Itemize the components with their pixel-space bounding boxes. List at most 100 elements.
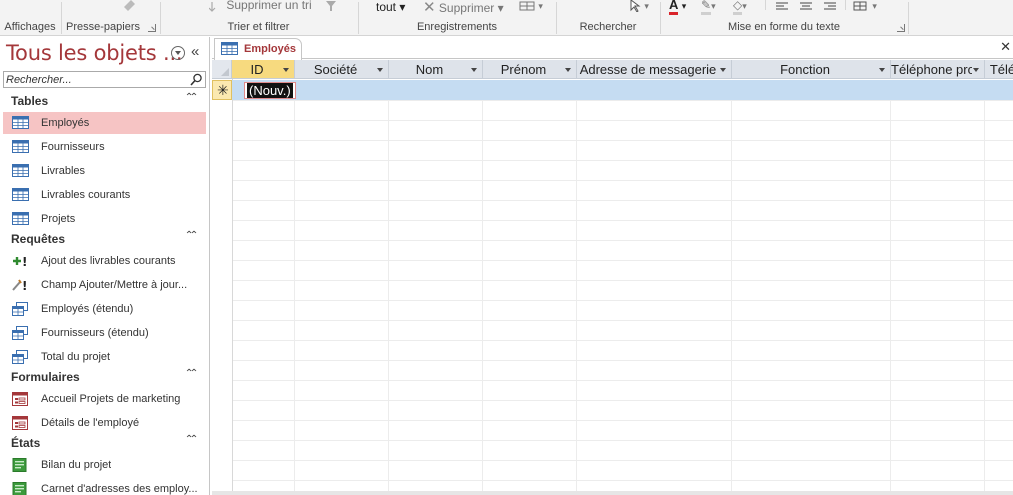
remove-sort-button[interactable]: Supprimer un tri [208, 0, 312, 12]
nav-pane-menu-icon[interactable] [171, 46, 185, 60]
table-icon [12, 164, 30, 178]
ribbon-group-label: Enregistrements [416, 21, 498, 33]
text-formatting-launcher-icon[interactable] [897, 24, 905, 32]
column-header[interactable]: Adresse de messagerie [577, 60, 732, 79]
chevron-down-icon[interactable] [283, 68, 289, 72]
close-icon[interactable]: ✕ [1000, 39, 1011, 55]
collapse-pane-icon[interactable]: « [191, 43, 199, 60]
ribbon-group-find: ▾ Rechercher [557, 0, 659, 35]
new-record-row[interactable] [232, 80, 1013, 100]
chevron-up-icon[interactable]: ⌃⌃ [185, 435, 199, 445]
column-header[interactable]: Télé [985, 60, 1013, 79]
chevron-down-icon[interactable] [377, 68, 383, 72]
filter-icon[interactable] [325, 0, 337, 12]
nav-item[interactable]: Total du projet [3, 346, 206, 368]
ribbon-group-records: tout ▾ ✕ Supprimer ▾ ▾ Enregistrements [359, 0, 555, 35]
select-all-corner[interactable] [212, 60, 232, 79]
column-header[interactable]: Prénom [483, 60, 577, 79]
nav-item-label: Employés [41, 117, 90, 129]
select-query-icon [12, 326, 30, 340]
clipboard-launcher-icon[interactable] [148, 24, 156, 32]
nav-search-input[interactable] [4, 72, 184, 87]
column-header[interactable]: Fonction [732, 60, 891, 79]
nav-item[interactable]: ! Ajout des livrables courants [3, 250, 206, 272]
new-record-selector[interactable]: ✳ [212, 80, 232, 100]
chevron-down-icon[interactable] [973, 68, 979, 72]
ribbon-group-views: Affichages [0, 0, 60, 35]
more-records-icon[interactable]: ▾ [519, 0, 543, 12]
nav-section-header[interactable]: États ⌃⌃ [0, 435, 209, 453]
select-cursor-icon[interactable]: ▾ [629, 0, 649, 13]
nav-item[interactable]: Employés [3, 112, 206, 134]
nav-item[interactable]: Fournisseurs [3, 136, 206, 158]
nav-item-label: Champ Ajouter/Mettre à jour... [41, 279, 188, 291]
highlight-icon[interactable]: ✎▾ [701, 0, 716, 15]
datasheet-grid[interactable]: ID Société Nom Prénom Adresse de messagerie F… [212, 60, 1013, 495]
column-header[interactable]: ID [232, 60, 295, 79]
column-header-label: Télé [989, 62, 1013, 77]
nav-item[interactable]: Projets [3, 208, 206, 230]
nav-item[interactable]: Accueil Projets de marketing [3, 388, 206, 410]
format-painter-icon[interactable] [122, 0, 138, 11]
nav-item-label: Employés (étendu) [41, 303, 134, 315]
new-record-id-cell[interactable]: (Nouv.) [244, 82, 296, 99]
nav-item-label: Projets [41, 213, 76, 225]
form-icon [12, 392, 30, 406]
font-color-icon[interactable]: A ▾ [669, 0, 686, 15]
column-header[interactable]: Société [295, 60, 389, 79]
table-icon [12, 116, 30, 130]
nav-item[interactable]: Fournisseurs (étendu) [3, 322, 206, 344]
search-icon[interactable] [190, 73, 203, 89]
nav-item-label: Accueil Projets de marketing [41, 393, 181, 405]
svg-text:!: ! [22, 279, 27, 292]
report-icon [12, 482, 30, 495]
chevron-up-icon[interactable]: ⌃⌃ [185, 369, 199, 379]
nav-item[interactable]: Détails de l'employé [3, 412, 206, 434]
column-header[interactable]: Nom [389, 60, 483, 79]
table-icon [221, 42, 238, 58]
nav-section-header[interactable]: Formulaires ⌃⌃ [0, 369, 209, 387]
nav-item[interactable]: Carnet d'adresses des employ... [3, 478, 206, 495]
nav-item[interactable]: Employés (étendu) [3, 298, 206, 320]
chevron-down-icon[interactable] [720, 68, 726, 72]
append-query-icon: ! [12, 254, 30, 269]
chevron-down-icon[interactable] [879, 68, 885, 72]
select-query-icon [12, 302, 30, 316]
nav-item[interactable]: ! Champ Ajouter/Mettre à jour... [3, 274, 206, 296]
nav-item[interactable]: Livrables courants [3, 184, 206, 206]
nav-pane-title[interactable]: Tous les objets ... [6, 41, 183, 65]
gridlines-icon[interactable]: ▾ [853, 0, 877, 12]
column-header[interactable]: Téléphone professionnel [891, 60, 985, 79]
ribbon-group-clipboard: Presse-papiers [62, 0, 158, 35]
align-right-icon[interactable] [823, 0, 837, 12]
nav-item[interactable]: Livrables [3, 160, 206, 182]
delete-button[interactable]: ✕ Supprimer ▾ [423, 0, 504, 16]
document-tab-employes[interactable]: Employés [214, 38, 302, 60]
column-header-label: Fonction [780, 62, 830, 77]
horizontal-scrollbar[interactable] [212, 491, 1013, 495]
ribbon: Affichages Presse-papiers Supprimer un t… [0, 0, 1013, 36]
ribbon-group-label: Presse-papiers [66, 21, 140, 33]
refresh-all-button[interactable]: tout ▾ [376, 0, 405, 14]
chevron-down-icon[interactable] [471, 68, 477, 72]
new-record-marker-icon: ✳ [217, 82, 229, 98]
nav-item-label: Ajout des livrables courants [41, 255, 176, 267]
nav-search-box [3, 71, 206, 88]
chevron-up-icon[interactable]: ⌃⌃ [185, 93, 199, 103]
fill-color-icon[interactable]: ◇▾ [733, 0, 747, 15]
nav-item-label: Bilan du projet [41, 459, 112, 471]
nav-item-label: Carnet d'adresses des employ... [41, 483, 198, 495]
align-center-icon[interactable] [799, 0, 813, 12]
table-icon [12, 188, 30, 202]
table-icon [12, 212, 30, 226]
document-area: Employés ✕ ID Société Nom Prénom Adresse de … [212, 37, 1013, 495]
chevron-up-icon[interactable]: ⌃⌃ [185, 231, 199, 241]
refresh-all-label: tout [376, 0, 397, 14]
nav-section-header[interactable]: Requêtes ⌃⌃ [0, 231, 209, 249]
ribbon-group-label: Trier et filtrer [227, 21, 290, 33]
ribbon-group-label: Mise en forme du texte [728, 21, 840, 33]
chevron-down-icon[interactable] [565, 68, 571, 72]
nav-section-header[interactable]: Tables ⌃⌃ [0, 93, 209, 111]
nav-item[interactable]: Bilan du projet [3, 454, 206, 476]
align-left-icon[interactable] [775, 0, 789, 12]
